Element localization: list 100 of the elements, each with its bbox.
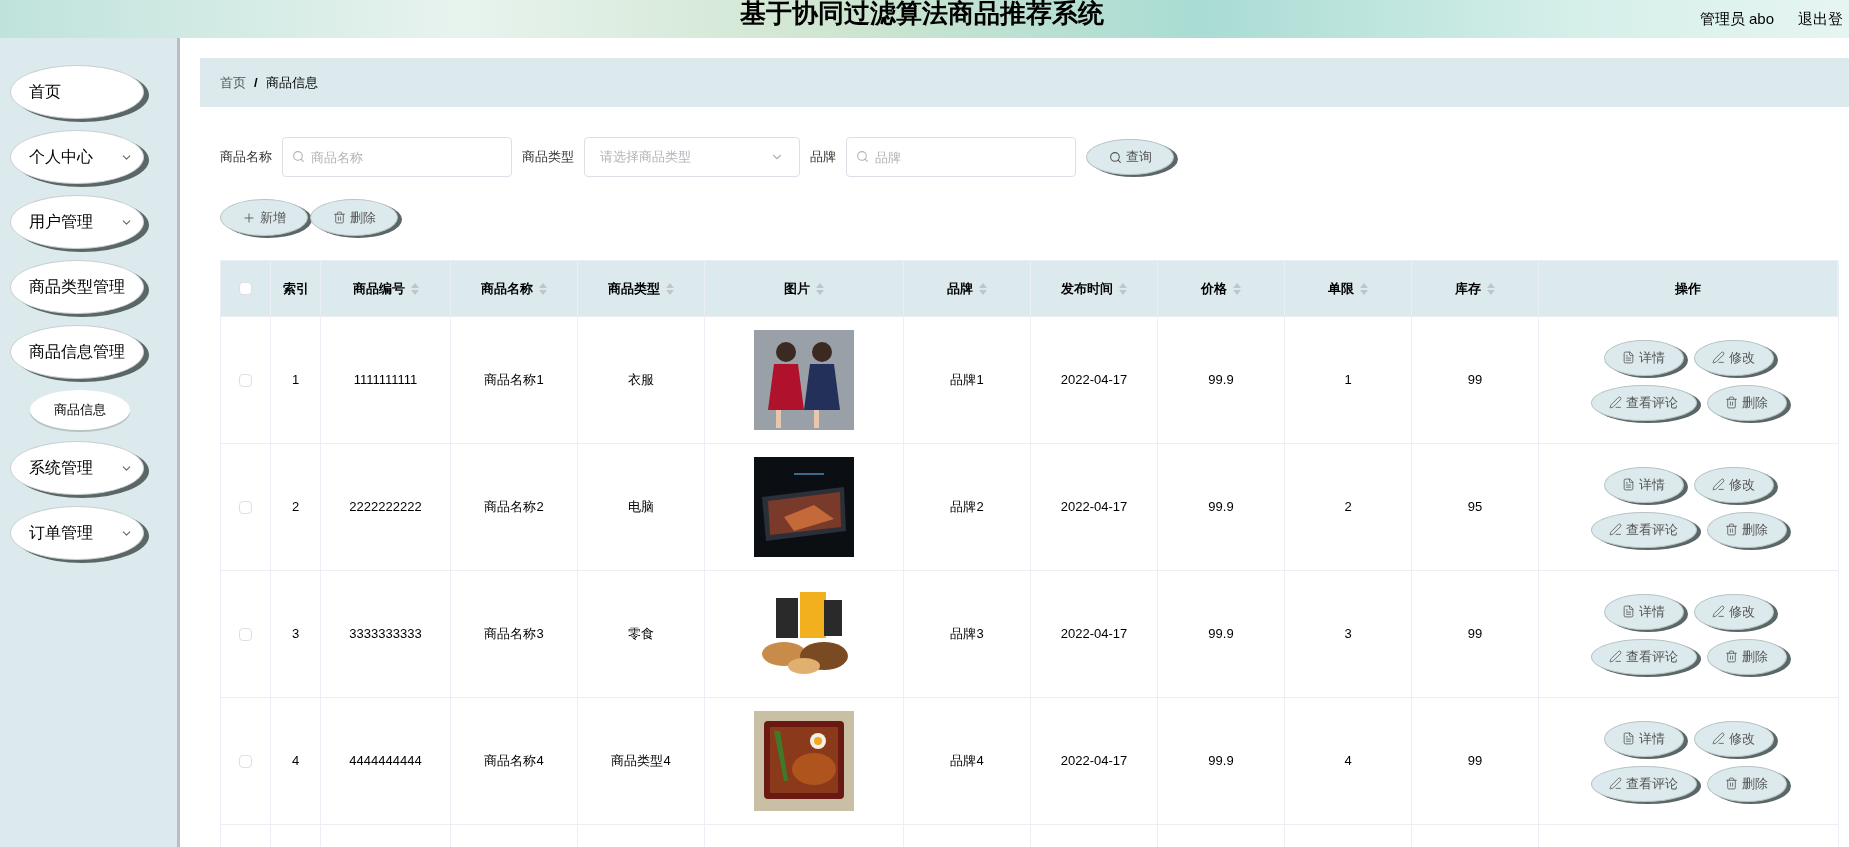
edit-button[interactable]: 修改 (1693, 720, 1774, 757)
table-cell-text: 零食 (628, 625, 654, 644)
table-cell-text: 99.9 (1208, 371, 1234, 390)
checkbox[interactable] (239, 627, 252, 641)
delete-button[interactable]: 删除 (310, 199, 398, 236)
trash-icon (1725, 777, 1738, 790)
user-name: 管理员 abo (1699, 8, 1774, 29)
logout-link[interactable]: 退出登 (1798, 7, 1843, 31)
sidebar-subitem[interactable]: 商品信息 (30, 390, 130, 430)
sort-icon (539, 282, 547, 295)
column-header[interactable]: 商品类型 (578, 261, 705, 316)
table-cell-text: 4 (1344, 752, 1352, 771)
table-cell-text: 4444444444 (349, 752, 422, 771)
table-cell-text: 4 (291, 752, 300, 771)
table-cell-text: 电脑 (628, 498, 654, 517)
pen-icon (1712, 732, 1725, 745)
details-button[interactable]: 详情 (1603, 593, 1684, 630)
column-header: 操作 (1539, 261, 1838, 316)
table-cell-text: 2022-04-17 (1060, 498, 1128, 517)
edit-button[interactable]: 修改 (1693, 466, 1774, 503)
sort-icon (1360, 282, 1368, 295)
pen-icon (1609, 650, 1622, 663)
checkbox[interactable] (239, 500, 252, 514)
trash-icon (332, 211, 346, 224)
breadcrumb-item: 商品信息 (265, 73, 318, 92)
plus-icon (242, 210, 256, 225)
search-button[interactable]: 查询 (1086, 139, 1174, 175)
delete-button[interactable]: 删除 (1706, 384, 1787, 421)
sort-icon (816, 282, 824, 295)
pen-icon (1712, 605, 1725, 618)
column-header[interactable]: 单限 (1285, 261, 1412, 316)
sort-icon (1233, 282, 1241, 295)
details-button[interactable]: 详情 (1603, 720, 1684, 757)
search-field[interactable]: 商品名称 (282, 137, 512, 177)
column-header[interactable]: 商品名称 (451, 261, 578, 316)
delete-button[interactable]: 删除 (1706, 638, 1787, 675)
table-cell-text: 商品名称3 (484, 625, 544, 644)
column-header: 索引 (271, 261, 321, 316)
table-cell-text: 3333333333 (349, 625, 422, 644)
comments-button[interactable]: 查看评论 (1590, 511, 1697, 548)
details-button[interactable]: 详情 (1603, 339, 1684, 376)
trash-icon (1725, 396, 1738, 409)
pen-icon (1712, 351, 1725, 364)
comments-button[interactable]: 查看评论 (1590, 765, 1697, 802)
document-icon (1622, 605, 1635, 618)
table-cell-text: 2022-04-17 (1060, 752, 1128, 771)
search-field[interactable]: 品牌 (846, 137, 1076, 177)
column-header[interactable]: 图片 (705, 261, 904, 316)
breadcrumb-item[interactable]: 首页 (220, 72, 246, 93)
table-cell-text: 3 (291, 625, 300, 644)
table-cell-text: 95 (1467, 498, 1483, 517)
add-button[interactable]: 新增 (220, 199, 308, 236)
pen-icon (1609, 523, 1622, 536)
table-cell-text: 99 (1467, 625, 1483, 644)
table-cell-text: 99.9 (1208, 752, 1234, 771)
table-cell-text: 品牌3 (950, 625, 984, 644)
filter-label: 商品名称 (220, 148, 272, 167)
pen-icon (1609, 396, 1622, 409)
sort-icon (1119, 282, 1127, 295)
edit-button[interactable]: 修改 (1693, 593, 1774, 630)
trash-icon (1725, 650, 1738, 663)
comments-button[interactable]: 查看评论 (1590, 638, 1697, 675)
column-header[interactable]: 品牌 (904, 261, 1031, 316)
filter-label: 商品类型 (522, 148, 574, 167)
sort-icon (666, 282, 674, 295)
app-title: 基于协同过滤算法商品推荐系统 (740, 0, 1104, 30)
search-icon (856, 150, 869, 163)
table-cell-text: 2022-04-17 (1060, 371, 1128, 390)
edit-button[interactable]: 修改 (1693, 339, 1774, 376)
checkbox[interactable] (239, 282, 252, 295)
table-cell-text: 99 (1467, 752, 1483, 771)
pen-icon (1609, 777, 1622, 790)
breadcrumb-separator: / (254, 73, 258, 92)
column-header[interactable]: 价格 (1158, 261, 1285, 316)
pen-icon (1712, 478, 1725, 491)
table-cell-text: 99.9 (1208, 498, 1234, 517)
trash-icon (1725, 523, 1738, 536)
table-cell-text: 商品名称4 (484, 752, 544, 771)
table-cell-text: 2 (291, 498, 300, 517)
table-cell-text: 2222222222 (349, 498, 422, 517)
table-cell-text: 衣服 (628, 371, 654, 390)
checkbox[interactable] (239, 754, 252, 768)
filter-label: 品牌 (810, 148, 836, 167)
details-button[interactable]: 详情 (1603, 466, 1684, 503)
search-icon (292, 150, 305, 163)
delete-button[interactable]: 删除 (1706, 765, 1787, 802)
column-header[interactable]: 发布时间 (1031, 261, 1158, 316)
table-cell-text: 商品名称1 (484, 371, 544, 390)
sort-icon (410, 282, 419, 295)
delete-button[interactable]: 删除 (1706, 511, 1787, 548)
table-cell-text: 1111111111 (353, 371, 418, 390)
comments-button[interactable]: 查看评论 (1590, 384, 1697, 421)
table-cell-text: 品牌1 (950, 371, 984, 390)
column-header[interactable]: 库存 (1412, 261, 1539, 316)
table-cell-text: 2 (1344, 498, 1352, 517)
checkbox[interactable] (239, 373, 252, 387)
table-cell-text: 品牌4 (950, 752, 984, 771)
column-header[interactable]: 商品编号 (321, 261, 451, 316)
sort-icon (979, 282, 987, 295)
document-icon (1622, 478, 1635, 491)
